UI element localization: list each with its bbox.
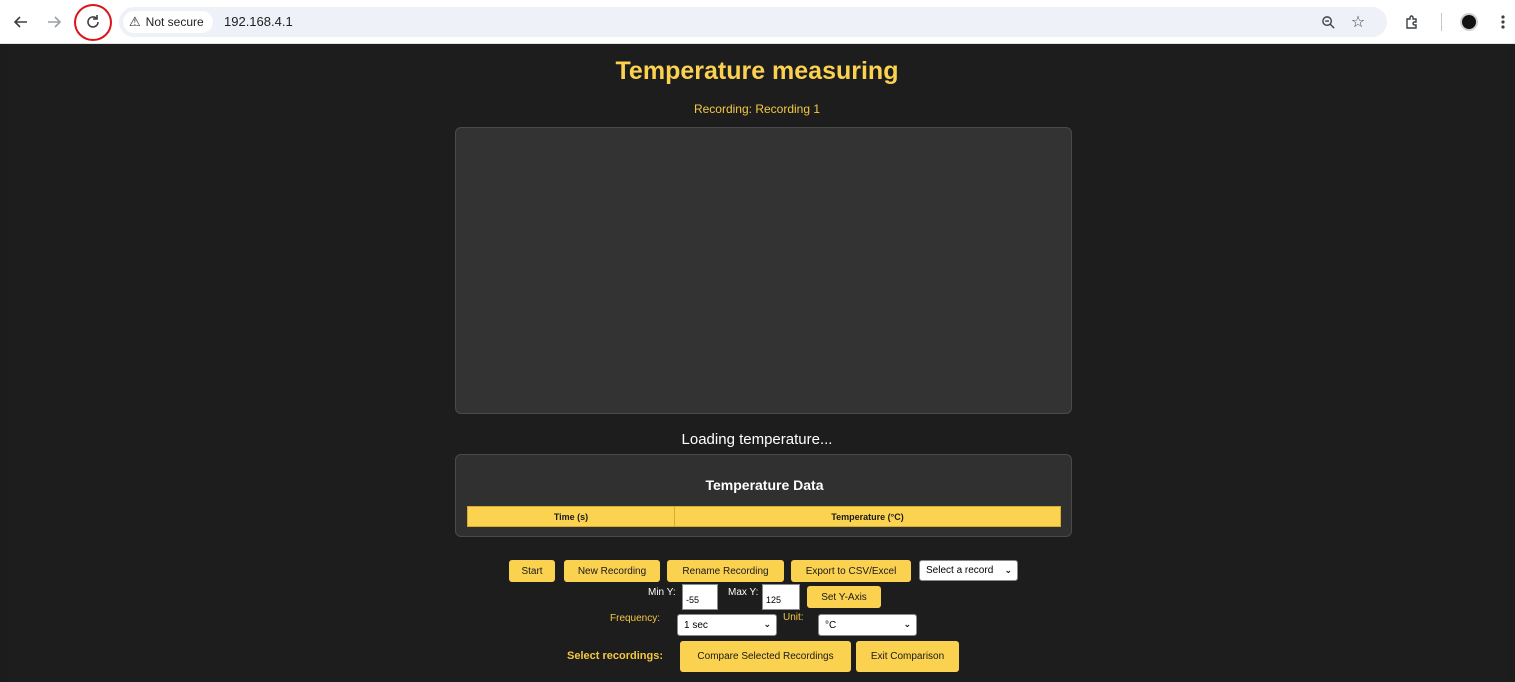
exit-comparison-button[interactable]: Exit Comparison xyxy=(856,641,959,672)
toolbar-divider xyxy=(1441,13,1442,31)
profile-icon[interactable] xyxy=(1460,13,1478,31)
extensions-icon[interactable] xyxy=(1398,8,1426,36)
column-header-time: Time (s) xyxy=(467,506,675,527)
min-y-input[interactable]: -55 xyxy=(682,584,718,610)
chevron-down-icon: ⌄ xyxy=(903,619,911,629)
menu-icon[interactable] xyxy=(1489,8,1515,36)
unit-select-value: °C xyxy=(825,619,837,631)
new-recording-button[interactable]: New Recording xyxy=(564,560,660,582)
current-recording-label: Recording: Recording 1 xyxy=(693,102,821,116)
max-y-label: Max Y: xyxy=(728,587,759,598)
column-header-temperature: Temperature (°C) xyxy=(674,506,1061,527)
back-arrow-icon[interactable] xyxy=(7,8,35,36)
chevron-down-icon: ⌄ xyxy=(763,619,771,629)
data-panel-title: Temperature Data xyxy=(705,477,824,493)
zoom-icon[interactable] xyxy=(1315,7,1341,37)
url-text[interactable]: 192.168.4.1 xyxy=(224,14,293,29)
page-content: Temperature measuring Recording: Recordi… xyxy=(7,45,1507,682)
chevron-down-icon: ⌄ xyxy=(1004,565,1012,575)
compare-recordings-button[interactable]: Compare Selected Recordings xyxy=(680,641,851,672)
reload-icon[interactable] xyxy=(79,8,107,36)
forward-arrow-icon[interactable] xyxy=(40,8,68,36)
frequency-select-value: 1 sec xyxy=(684,619,708,631)
min-y-label: Min Y: xyxy=(648,587,676,598)
temperature-data-table: Time (s) Temperature (°C) xyxy=(467,506,1061,527)
temperature-chart-area xyxy=(455,127,1072,414)
loading-status: Loading temperature... xyxy=(681,431,833,448)
warning-icon: ⚠ xyxy=(129,14,141,29)
rename-recording-button[interactable]: Rename Recording xyxy=(667,560,784,582)
address-bar[interactable]: ⚠ Not secure 192.168.4.1 ☆ xyxy=(119,7,1387,37)
browser-toolbar: ⚠ Not secure 192.168.4.1 ☆ xyxy=(0,0,1515,44)
security-chip[interactable]: ⚠ Not secure xyxy=(123,11,213,33)
frequency-label: Frequency: xyxy=(610,613,661,624)
unit-select[interactable]: °C ⌄ xyxy=(818,614,917,636)
start-button[interactable]: Start xyxy=(509,560,555,582)
max-y-input[interactable]: 125 xyxy=(762,584,800,610)
security-label: Not secure xyxy=(145,15,204,29)
export-csv-button[interactable]: Export to CSV/Excel xyxy=(791,560,911,582)
record-select[interactable]: Select a record ⌄ xyxy=(919,560,1018,581)
page-title: Temperature measuring xyxy=(615,57,899,85)
record-select-value: Select a record xyxy=(926,565,994,576)
set-y-axis-button[interactable]: Set Y-Axis xyxy=(807,586,881,608)
select-recordings-label: Select recordings: xyxy=(567,650,663,662)
star-icon[interactable]: ☆ xyxy=(1345,7,1371,37)
frequency-select[interactable]: 1 sec ⌄ xyxy=(677,614,777,636)
unit-label: Unit: xyxy=(783,612,804,623)
temperature-data-panel: Temperature Data Time (s) Temperature (°… xyxy=(455,454,1072,537)
